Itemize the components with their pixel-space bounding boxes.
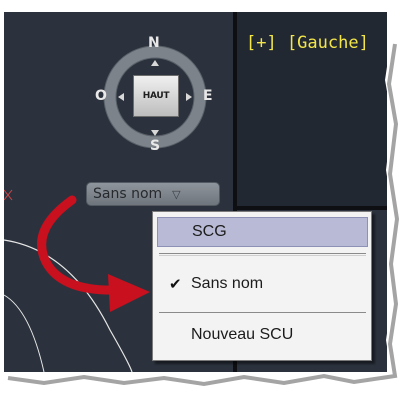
torn-edge-frame: [0, 0, 410, 405]
